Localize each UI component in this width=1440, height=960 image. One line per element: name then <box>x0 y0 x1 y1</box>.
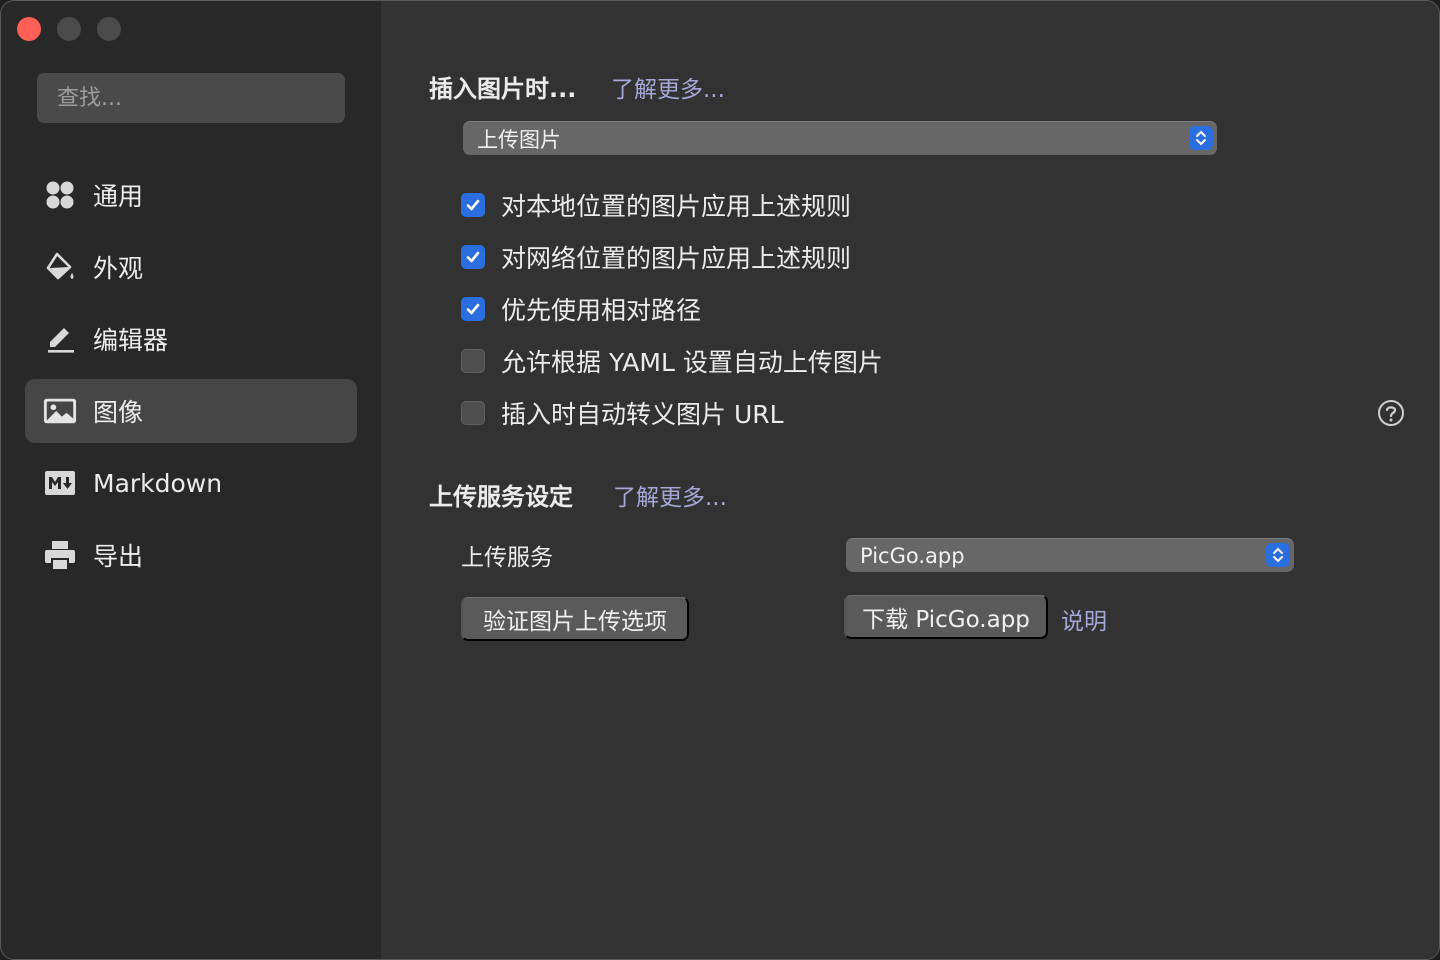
option-label: 插入时自动转义图片 URL <box>501 400 784 429</box>
sidebar-item-markdown[interactable]: Markdown <box>25 451 357 515</box>
image-icon <box>43 394 77 428</box>
option-label: 优先使用相对路径 <box>501 296 702 325</box>
pencil-icon <box>43 322 77 356</box>
search-input[interactable] <box>37 73 345 123</box>
grid-icon <box>43 178 77 212</box>
sidebar: 通用 外观 编辑器 <box>1 1 381 959</box>
sidebar-item-general[interactable]: 通用 <box>25 163 357 227</box>
sidebar-item-export[interactable]: 导出 <box>25 523 357 587</box>
insert-action-select-value: 上传图片 <box>477 127 561 152</box>
sidebar-nav: 通用 外观 编辑器 图像 Markdown 导出 <box>25 163 357 595</box>
instructions-link[interactable]: 说明 <box>1061 602 1107 636</box>
download-picgo-button[interactable]: 下载 PicGo.app <box>844 595 1048 639</box>
minimize-window-button[interactable] <box>57 17 81 41</box>
checkbox-unchecked[interactable] <box>461 401 485 425</box>
insert-learn-more-link[interactable]: 了解更多... <box>611 70 725 104</box>
sidebar-item-label: 图像 <box>93 398 144 427</box>
checkbox-checked[interactable] <box>461 297 485 321</box>
help-icon[interactable] <box>1377 399 1405 427</box>
image-settings-panel: 插入图片时... 了解更多... 上传图片 对本地位置的图片应用上述规则 对网络… <box>381 1 1439 959</box>
upload-service-select[interactable]: PicGo.app <box>846 538 1294 572</box>
option-label: 对网络位置的图片应用上述规则 <box>501 244 852 273</box>
chevron-up-down-icon <box>1266 543 1290 567</box>
printer-icon <box>43 538 77 572</box>
checkbox-checked[interactable] <box>461 193 485 217</box>
close-window-button[interactable] <box>17 17 41 41</box>
option-label: 对本地位置的图片应用上述规则 <box>501 192 852 221</box>
insert-section-title: 插入图片时... <box>429 75 577 103</box>
upload-service-label: 上传服务 <box>461 545 553 571</box>
option-network-images[interactable]: 对网络位置的图片应用上述规则 <box>461 237 851 277</box>
window-controls <box>17 17 121 41</box>
option-local-images[interactable]: 对本地位置的图片应用上述规则 <box>461 185 851 225</box>
sidebar-item-label: 编辑器 <box>93 326 169 355</box>
checkbox-unchecked[interactable] <box>461 349 485 373</box>
option-relative-path[interactable]: 优先使用相对路径 <box>461 289 701 329</box>
upload-learn-more-link[interactable]: 了解更多... <box>613 478 727 512</box>
verify-upload-button[interactable]: 验证图片上传选项 <box>461 597 689 641</box>
sidebar-item-appearance[interactable]: 外观 <box>25 235 357 299</box>
zoom-window-button[interactable] <box>97 17 121 41</box>
insert-action-select[interactable]: 上传图片 <box>463 121 1217 155</box>
markdown-icon <box>43 466 77 500</box>
option-label: 允许根据 YAML 设置自动上传图片 <box>501 348 883 377</box>
upload-service-select-value: PicGo.app <box>860 543 965 568</box>
sidebar-item-image[interactable]: 图像 <box>25 379 357 443</box>
sidebar-item-label: 外观 <box>93 254 144 283</box>
paint-bucket-icon <box>43 250 77 284</box>
option-escape-url[interactable]: 插入时自动转义图片 URL <box>461 393 784 433</box>
upload-section-title: 上传服务设定 <box>429 483 573 511</box>
sidebar-item-label: Markdown <box>93 468 223 498</box>
checkbox-checked[interactable] <box>461 245 485 269</box>
sidebar-item-label: 通用 <box>93 182 144 211</box>
sidebar-item-label: 导出 <box>93 542 144 571</box>
chevron-up-down-icon <box>1189 126 1213 150</box>
sidebar-item-editor[interactable]: 编辑器 <box>25 307 357 371</box>
option-yaml-upload[interactable]: 允许根据 YAML 设置自动上传图片 <box>461 341 883 381</box>
preferences-window: 通用 外观 编辑器 <box>0 0 1440 960</box>
